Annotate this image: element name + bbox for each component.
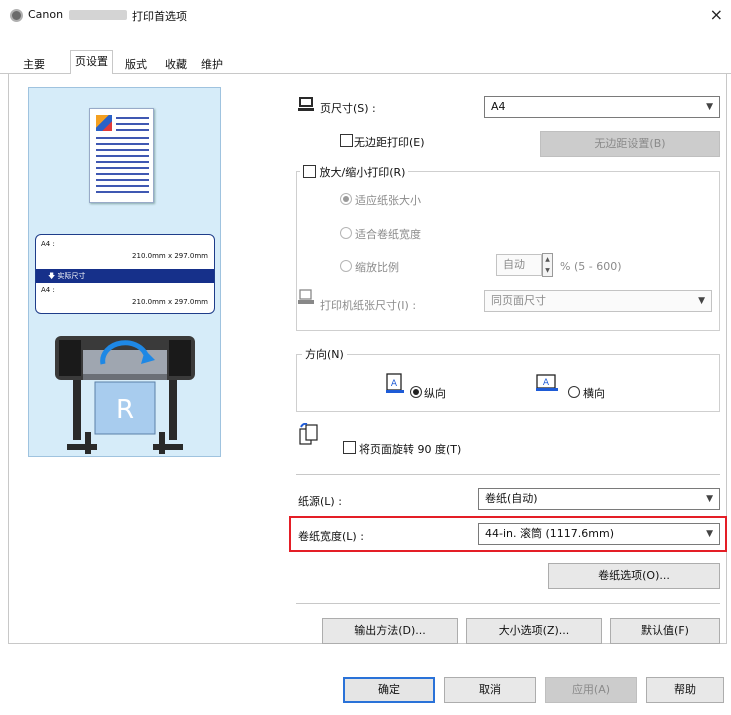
tab-bar: 主要 页设置 版式 收藏 维护 <box>0 50 731 75</box>
fit-roll-width-radio[interactable] <box>340 227 352 239</box>
tab-main[interactable]: 主要 <box>18 54 50 74</box>
printer-paper-size-select[interactable]: 同页面尺寸 ▼ <box>484 290 712 312</box>
printer-icon <box>10 9 23 22</box>
paper-source-label: 纸源(L) : <box>298 495 342 508</box>
page-size-icon <box>298 97 314 111</box>
tab-layout[interactable]: 版式 <box>120 54 152 74</box>
borderless-label: 无边距打印(E) <box>354 136 425 149</box>
paper-source-select[interactable]: 卷纸(自动) ▼ <box>478 488 720 510</box>
svg-text:A: A <box>543 378 550 388</box>
rotate-page-checkbox[interactable] <box>343 441 356 454</box>
printer-paper-size-value: 同页面尺寸 <box>491 294 546 307</box>
fit-paper-size-radio[interactable] <box>340 193 352 205</box>
scaling-value: 自动 <box>503 258 525 271</box>
divider <box>296 603 720 604</box>
down-arrow-icon: 🡇 <box>48 272 58 280</box>
scaling-radio[interactable] <box>340 260 352 272</box>
window-title: 打印首选项 <box>132 10 187 23</box>
borderless-checkbox[interactable] <box>340 134 353 147</box>
roll-width-value: 44-in. 滚筒 (1117.6mm) <box>485 527 614 540</box>
chevron-down-icon: ▼ <box>706 494 713 504</box>
tab-page-setup[interactable]: 页设置 <box>70 50 113 75</box>
title-bar: Canon 打印首选项 × <box>0 0 731 30</box>
orientation-group <box>296 354 720 412</box>
enlarge-reduce-label: 放大/缩小打印(R) <box>319 166 406 179</box>
borderless-settings-button[interactable]: 无边距设置(B) <box>540 131 720 157</box>
paper-source-value: 卷纸(自动) <box>485 492 538 505</box>
portrait-label: 纵向 <box>424 387 446 400</box>
page-size-select[interactable]: A4 ▼ <box>484 96 720 118</box>
source-size-label: A4 : <box>41 240 55 248</box>
ok-button[interactable]: 确定 <box>343 677 435 703</box>
tab-favorites[interactable]: 收藏 <box>160 54 192 74</box>
defaults-button[interactable]: 默认值(F) <box>610 618 720 644</box>
page-size-label: 页尺寸(S) : <box>320 102 376 115</box>
scale-banner-text: 实际尺寸 <box>57 272 86 280</box>
fit-roll-width-label: 适合卷纸宽度 <box>355 228 421 241</box>
size-info-box: A4 : 210.0mm x 297.0mm 🡇 实际尺寸 A4 : 210.0… <box>35 234 215 314</box>
svg-text:A: A <box>391 379 398 389</box>
scale-banner: 🡇 实际尺寸 <box>36 269 214 283</box>
tab-maintenance[interactable]: 维护 <box>196 54 228 74</box>
scaling-label: 缩放比例 <box>355 261 399 274</box>
help-button[interactable]: 帮助 <box>646 677 724 703</box>
enlarge-reduce-header: 放大/缩小打印(R) <box>300 163 409 179</box>
orientation-label: 方向(N) <box>302 346 347 362</box>
output-size-value: 210.0mm x 297.0mm <box>132 298 208 306</box>
scaling-spinner[interactable]: ▲ ▼ <box>542 253 553 277</box>
portrait-radio[interactable] <box>410 386 422 398</box>
page-size-value: A4 <box>491 100 506 113</box>
fit-paper-size-label: 适应纸张大小 <box>355 194 421 207</box>
roll-width-label: 卷纸宽度(L) : <box>298 530 364 543</box>
chevron-down-icon: ▼ <box>698 296 705 306</box>
source-size-value: 210.0mm x 297.0mm <box>132 252 208 260</box>
output-size-label: A4 : <box>41 286 55 294</box>
printer-mark: R <box>116 395 134 425</box>
preview-panel: A4 : 210.0mm x 297.0mm 🡇 实际尺寸 A4 : 210.0… <box>28 87 221 457</box>
landscape-icon: A <box>536 374 558 391</box>
enlarge-reduce-checkbox[interactable] <box>303 165 316 178</box>
printer-paper-size-label: 打印机纸张尺寸(I) : <box>320 299 417 312</box>
rotate-page-icon <box>299 423 318 445</box>
document-preview <box>89 108 154 203</box>
output-method-button[interactable]: 输出方法(D)... <box>322 618 458 644</box>
chevron-down-icon: ▼ <box>706 102 713 112</box>
large-format-printer-icon: R <box>55 336 195 454</box>
printer-paper-size-icon <box>298 289 314 304</box>
landscape-radio[interactable] <box>568 386 580 398</box>
redacted-model-name <box>69 10 127 20</box>
roll-width-select[interactable]: 44-in. 滚筒 (1117.6mm) ▼ <box>478 523 720 545</box>
size-options-button[interactable]: 大小选项(Z)... <box>466 618 602 644</box>
cancel-button[interactable]: 取消 <box>444 677 536 703</box>
close-button[interactable]: × <box>710 5 723 24</box>
chevron-down-icon: ▼ <box>706 529 713 539</box>
apply-button[interactable]: 应用(A) <box>545 677 637 703</box>
portrait-icon: A <box>386 373 404 393</box>
document-image-icon <box>96 115 112 131</box>
roll-options-button[interactable]: 卷纸选项(O)... <box>548 563 720 589</box>
scaling-input[interactable]: 自动 <box>496 254 542 276</box>
rotate-page-label: 将页面旋转 90 度(T) <box>359 443 462 456</box>
divider <box>296 474 720 475</box>
scaling-range-label: % (5 - 600) <box>560 260 622 273</box>
landscape-label: 横向 <box>583 387 605 400</box>
window-brand: Canon <box>28 8 64 21</box>
